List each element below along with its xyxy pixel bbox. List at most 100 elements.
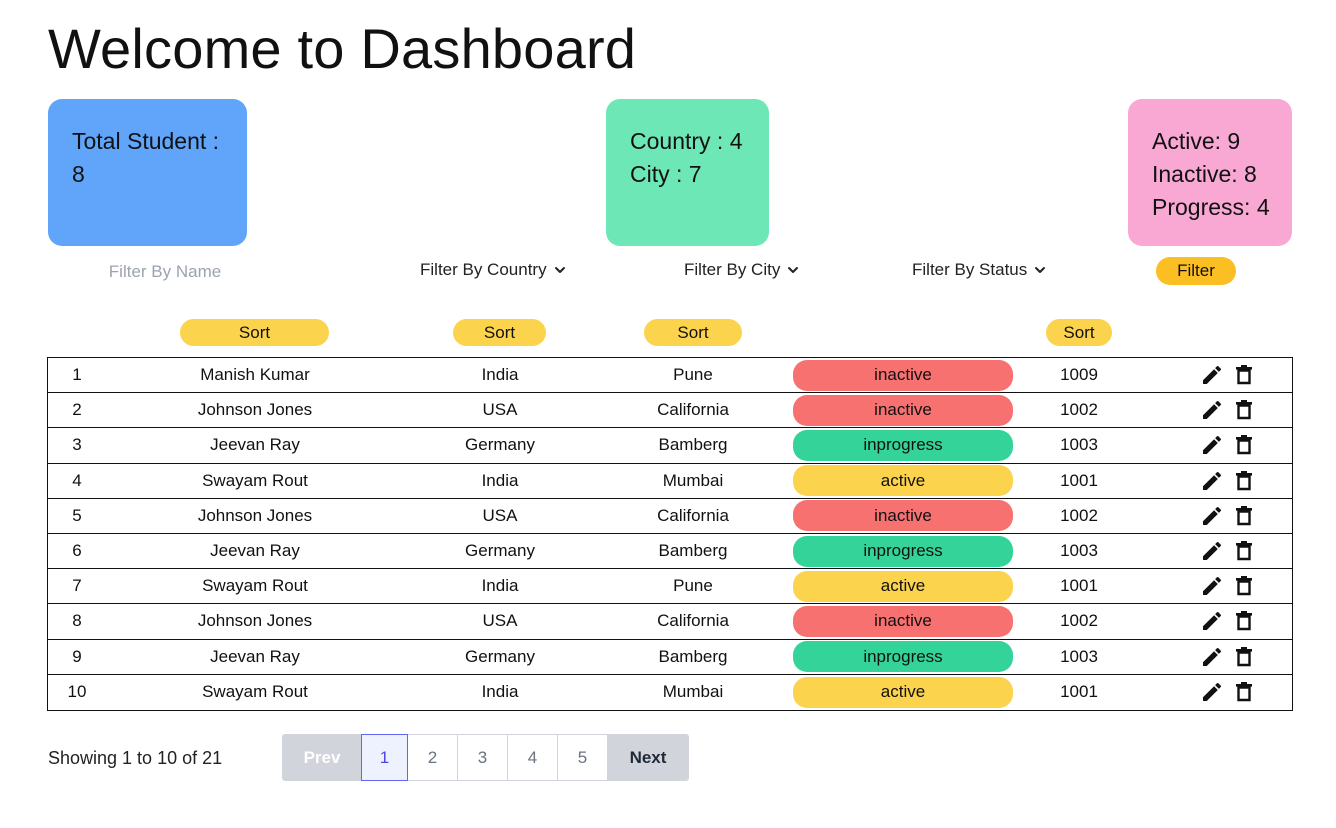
page-4-button[interactable]: 4 xyxy=(507,734,558,781)
status-badge: active xyxy=(793,465,1013,497)
edit-button[interactable] xyxy=(1199,679,1225,705)
student-name: Johnson Jones xyxy=(197,400,313,420)
student-code: 1003 xyxy=(1060,646,1098,666)
edit-button[interactable] xyxy=(1199,503,1225,529)
filter-by-status-dropdown[interactable]: Filter By Status xyxy=(912,260,1047,280)
student-country: India xyxy=(481,365,519,385)
page-3-button[interactable]: 3 xyxy=(457,734,508,781)
progress-count: Progress: 4 xyxy=(1152,194,1270,220)
sort-code-button[interactable]: Sort xyxy=(1046,319,1112,346)
page-2-button[interactable]: 2 xyxy=(407,734,458,781)
trash-icon xyxy=(1236,541,1252,561)
filter-by-country-label: Filter By Country xyxy=(420,260,547,279)
delete-button[interactable] xyxy=(1231,503,1257,529)
row-index: 10 xyxy=(67,682,87,702)
delete-button[interactable] xyxy=(1231,362,1257,388)
status-stats-card: Active: 9 Inactive: 8 Progress: 4 xyxy=(1128,99,1292,246)
trash-icon xyxy=(1236,505,1252,526)
student-city: Mumbai xyxy=(662,682,724,702)
pencil-icon xyxy=(1203,471,1222,490)
sort-country-button[interactable]: Sort xyxy=(453,319,546,346)
edit-button[interactable] xyxy=(1199,608,1225,634)
student-country: India xyxy=(481,576,519,596)
pencil-icon xyxy=(1203,436,1222,455)
filter-button[interactable]: Filter xyxy=(1156,257,1236,285)
table-row: 1 Manish Kumar India Pune inactive 1009 xyxy=(48,358,1292,394)
edit-button[interactable] xyxy=(1199,644,1225,670)
trash-icon xyxy=(1236,611,1252,631)
student-country: Germany xyxy=(465,646,535,666)
inactive-count: Inactive: 8 xyxy=(1152,161,1257,187)
pencil-icon xyxy=(1203,577,1222,596)
trash-icon xyxy=(1236,682,1252,702)
status-cell: active xyxy=(793,569,1013,603)
row-actions xyxy=(1188,675,1268,710)
student-country: Germany xyxy=(465,435,535,455)
row-index: 7 xyxy=(72,576,82,596)
status-cell: active xyxy=(793,675,1013,710)
status-badge: inactive xyxy=(793,394,1013,426)
row-actions xyxy=(1188,358,1268,392)
delete-button[interactable] xyxy=(1231,573,1257,599)
table-row: 9 Jeevan Ray Germany Bamberg inprogress 1003 xyxy=(48,640,1292,675)
filter-by-name-input[interactable] xyxy=(80,258,250,286)
filter-by-city-label: Filter By City xyxy=(684,260,781,279)
status-badge: inprogress xyxy=(793,535,1013,567)
prev-button[interactable]: Prev xyxy=(282,734,362,781)
location-stats-card: Country : 4 City : 7 xyxy=(606,99,769,246)
edit-button[interactable] xyxy=(1199,538,1225,564)
edit-button[interactable] xyxy=(1199,468,1225,494)
total-student-value: 8 xyxy=(72,161,85,187)
row-actions xyxy=(1188,393,1268,427)
trash-icon xyxy=(1236,400,1252,420)
edit-button[interactable] xyxy=(1199,397,1225,423)
delete-button[interactable] xyxy=(1231,397,1257,423)
status-badge: inactive xyxy=(793,500,1013,532)
trash-icon xyxy=(1236,365,1252,385)
status-cell: inprogress xyxy=(793,534,1013,568)
pagination-summary: Showing 1 to 10 of 21 xyxy=(48,748,223,768)
delete-button[interactable] xyxy=(1231,538,1257,564)
row-index: 5 xyxy=(72,505,82,525)
page-1-button[interactable]: 1 xyxy=(361,734,408,781)
sort-name-button[interactable]: Sort xyxy=(180,319,329,346)
next-button[interactable]: Next xyxy=(607,734,689,781)
status-cell: inactive xyxy=(793,393,1013,427)
student-country: Germany xyxy=(465,541,535,561)
delete-button[interactable] xyxy=(1231,679,1257,705)
delete-button[interactable] xyxy=(1231,432,1257,458)
pencil-icon xyxy=(1203,612,1222,631)
student-city: California xyxy=(657,611,729,631)
delete-button[interactable] xyxy=(1231,468,1257,494)
status-cell: active xyxy=(793,464,1013,498)
filter-by-status-label: Filter By Status xyxy=(912,260,1028,279)
edit-button[interactable] xyxy=(1199,573,1225,599)
delete-button[interactable] xyxy=(1231,644,1257,670)
student-code: 1001 xyxy=(1060,682,1098,702)
row-index: 9 xyxy=(72,646,82,666)
status-cell: inactive xyxy=(793,358,1013,392)
trash-icon xyxy=(1236,646,1252,666)
filter-by-city-dropdown[interactable]: Filter By City xyxy=(684,260,800,280)
row-index: 1 xyxy=(72,365,82,385)
student-name: Manish Kumar xyxy=(200,365,310,385)
edit-button[interactable] xyxy=(1199,362,1225,388)
student-city: Pune xyxy=(673,365,713,385)
chevron-down-icon xyxy=(1035,267,1046,273)
country-count: Country : 4 xyxy=(630,128,743,154)
delete-button[interactable] xyxy=(1231,608,1257,634)
page-5-button[interactable]: 5 xyxy=(557,734,608,781)
sort-city-button[interactable]: Sort xyxy=(644,319,742,346)
row-actions xyxy=(1188,534,1268,568)
filter-by-country-dropdown[interactable]: Filter By Country xyxy=(420,260,567,280)
total-student-label: Total Student : xyxy=(72,128,220,154)
chevron-down-icon xyxy=(554,267,565,273)
pencil-icon xyxy=(1203,647,1222,666)
student-city: Bamberg xyxy=(658,435,728,455)
edit-button[interactable] xyxy=(1199,432,1225,458)
pencil-icon xyxy=(1203,542,1222,561)
student-code: 1002 xyxy=(1060,400,1098,420)
row-index: 8 xyxy=(72,611,82,631)
row-actions xyxy=(1188,604,1268,638)
student-name: Jeevan Ray xyxy=(210,646,300,666)
